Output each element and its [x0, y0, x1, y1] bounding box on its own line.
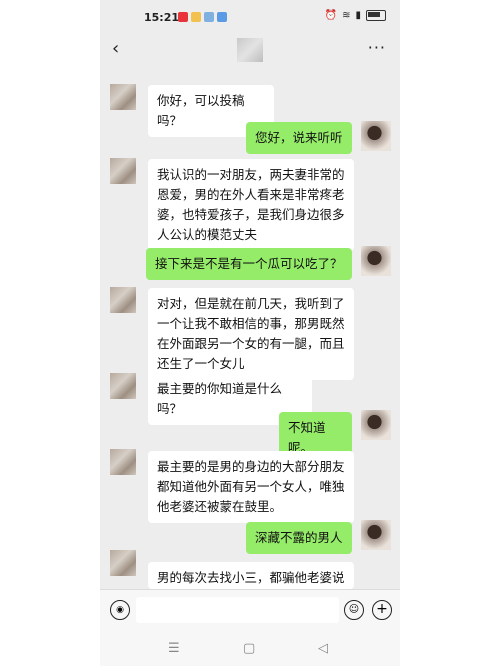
alarm-icon: ⏰ — [324, 10, 338, 21]
signal-icon: ▮ — [355, 10, 361, 21]
avatar[interactable] — [361, 520, 391, 550]
battery-icon — [366, 10, 386, 21]
notification-icons — [178, 12, 227, 22]
ellipsis-icon[interactable]: ··· — [368, 38, 386, 57]
chat-input-bar: ◉ ☺ + — [100, 589, 400, 632]
message-input[interactable] — [136, 597, 339, 623]
message-bubble-incoming: 对对，但是就在前几天，我听到了一个让我不敢相信的事，那男既然在外面跟另一个女的有… — [148, 288, 354, 380]
avatar[interactable] — [110, 373, 136, 399]
chevron-left-icon[interactable]: ‹ — [112, 38, 119, 59]
notification-app-icon — [191, 12, 201, 22]
home-icon[interactable]: ▢ — [243, 641, 255, 656]
avatar[interactable] — [361, 410, 391, 440]
emoji-icon[interactable]: ☺ — [344, 600, 364, 620]
plus-icon[interactable]: + — [372, 600, 392, 620]
avatar[interactable] — [110, 550, 136, 576]
message-bubble-outgoing: 深藏不露的男人 — [246, 522, 352, 554]
message-bubble-outgoing: 接下来是不是有一个瓜可以吃了？ — [146, 248, 352, 280]
avatar[interactable] — [361, 246, 391, 276]
message-bubble-incoming: 男的每次去找小三，都骗他老婆说去朋友家打牌，而这帮狐朋狗友竟 — [148, 562, 354, 589]
avatar[interactable] — [110, 158, 136, 184]
avatar[interactable] — [110, 449, 136, 475]
chat-title-bar: ‹ ··· — [100, 36, 400, 66]
avatar[interactable] — [110, 287, 136, 313]
wifi-icon: ≋ — [342, 10, 351, 21]
menu-icon[interactable]: ☰ — [168, 641, 180, 656]
status-right: ⏰ ≋ ▮ — [325, 10, 386, 21]
message-bubble-incoming: 最主要的是男的身边的大部分朋友都知道他外面有另一个女人，唯独他老婆还被蒙在鼓里。 — [148, 451, 354, 523]
system-nav-bar: ☰ ▢ ◁ — [100, 631, 400, 666]
message-bubble-outgoing: 您好，说来听听 — [246, 122, 352, 154]
phone-screen: 15:21 ⏰ ≋ ▮ ‹ ··· 你好，可以投稿吗？ 您好，说来听听 我认识的… — [100, 0, 400, 666]
status-bar: 15:21 ⏰ ≋ ▮ — [100, 0, 400, 36]
avatar[interactable] — [361, 121, 391, 151]
voice-icon[interactable]: ◉ — [110, 600, 130, 620]
back-icon[interactable]: ◁ — [318, 641, 328, 656]
message-bubble-incoming: 我认识的一对朋友，两夫妻非常的恩爱，男的在外人看来是非常疼老婆，也特爱孩子，是我… — [148, 159, 354, 251]
notification-app-icon — [217, 12, 227, 22]
avatar[interactable] — [110, 84, 136, 110]
notification-app-icon — [204, 12, 214, 22]
blurred-chat-title — [237, 38, 263, 62]
notification-app-icon — [178, 12, 188, 22]
status-time: 15:21 — [144, 11, 180, 24]
